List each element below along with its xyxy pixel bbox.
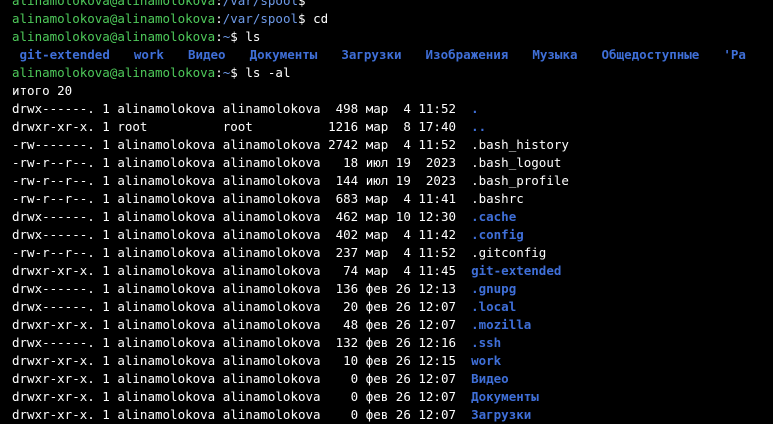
listing-dir-name: .gnupg — [471, 281, 517, 296]
ls-entry: git-extended — [19, 47, 110, 62]
listing-row: drwx------. 1 alinamolokova alinamolokov… — [12, 226, 773, 244]
ls-entry: Общедоступные — [601, 47, 700, 62]
listing-dir-name: .ssh — [471, 335, 502, 350]
ls-entry: Видео — [187, 47, 226, 62]
listing-meta: drwxr-xr-x. 1 alinamolokova alinamolokov… — [12, 263, 472, 278]
prompt-command: ls -al — [245, 65, 291, 80]
listing-row: -rw-r--r--. 1 alinamolokova alinamolokov… — [12, 154, 773, 172]
listing-row: drwx------. 1 alinamolokova alinamolokov… — [12, 100, 773, 118]
listing-file-name: .bash_history — [471, 137, 569, 152]
listing-meta: drwx------. 1 alinamolokova alinamolokov… — [12, 335, 472, 350]
listing-dir-name: git-extended — [471, 263, 562, 278]
prompt-symbol: $ — [230, 29, 238, 44]
listing-meta: drwxr-xr-x. 1 alinamolokova alinamolokov… — [12, 389, 472, 404]
listing-meta: drwxr-xr-x. 1 alinamolokova alinamolokov… — [12, 407, 472, 422]
listing-meta: drwx------. 1 alinamolokova alinamolokov… — [12, 299, 472, 314]
listing-dir-name: Загрузки — [471, 407, 532, 422]
prompt-path: /var/spool — [222, 0, 298, 8]
ls-output-line: git-extended work Видео Документы Загрузки Из… — [12, 46, 773, 64]
ls-entry: 'Ра — [723, 47, 746, 62]
ls-entry: Документы — [249, 47, 318, 62]
ls-entry: work — [133, 47, 164, 62]
listing-meta: -rw-r--r--. 1 alinamolokova alinamolokov… — [12, 245, 472, 260]
listing-file-name: .bashrc — [471, 191, 524, 206]
terminal-window[interactable]: alinamolokova@alinamolokova:/var/spool$ … — [0, 0, 773, 424]
ls-entry: Загрузки — [341, 47, 402, 62]
prompt-user: alinamolokova@alinamolokova — [12, 29, 216, 44]
prompt-line: alinamolokova@alinamolokova:~$ ls -al — [12, 65, 291, 80]
listing-dir-name: .. — [471, 119, 487, 134]
prompt-path: /var/spool — [222, 11, 298, 26]
listing-file-name: .bash_profile — [471, 173, 569, 188]
prompt-symbol: $ — [298, 11, 306, 26]
prompt-symbol: $ — [230, 65, 238, 80]
listing-meta: drwx------. 1 alinamolokova alinamolokov… — [12, 281, 472, 296]
listing-meta: drwx------. 1 alinamolokova alinamolokov… — [12, 209, 472, 224]
listing-row: -rw-r--r--. 1 alinamolokova alinamolokov… — [12, 172, 773, 190]
listing-row: -rw-r--r--. 1 alinamolokova alinamolokov… — [12, 244, 773, 262]
listing-file-name: .gitconfig — [471, 245, 547, 260]
total-line: итого 20 — [12, 83, 73, 98]
listing-row: drwx------. 1 alinamolokova alinamolokov… — [12, 298, 773, 316]
listing-row: drwxr-xr-x. 1 alinamolokova alinamolokov… — [12, 388, 773, 406]
listing-row: drwxr-xr-x. 1 alinamolokova alinamolokov… — [12, 262, 773, 280]
listing-meta: drwx------. 1 alinamolokova alinamolokov… — [12, 101, 472, 116]
prompt-command: ls — [245, 29, 261, 44]
listing-dir-name: Видео — [471, 371, 509, 386]
listing-dir-name: .local — [471, 299, 517, 314]
listing-meta: drwxr-xr-x. 1 root root 1216 мар 8 17:40 — [12, 119, 472, 134]
listing-meta: -rw-------. 1 alinamolokova alinamolokov… — [12, 137, 472, 152]
prompt-line: alinamolokova@alinamolokova:/var/spool$ … — [12, 11, 329, 26]
listing-meta: -rw-r--r--. 1 alinamolokova alinamolokov… — [12, 173, 472, 188]
listing-row: drwxr-xr-x. 1 root root 1216 мар 8 17:40… — [12, 118, 773, 136]
listing-dir-name: . — [471, 101, 479, 116]
listing-dir-name: work — [471, 353, 502, 368]
listing-row: drwxr-xr-x. 1 alinamolokova alinamolokov… — [12, 370, 773, 388]
listing-meta: drwxr-xr-x. 1 alinamolokova alinamolokov… — [12, 317, 472, 332]
listing-dir-name: Документы — [471, 389, 539, 404]
prompt-command: cd — [313, 11, 329, 26]
ls-entry: Изображения — [425, 47, 509, 62]
prompt-user: alinamolokova@alinamolokova — [12, 0, 216, 8]
prompt-user: alinamolokova@alinamolokova — [12, 11, 216, 26]
terminal-output: alinamolokova@alinamolokova:/var/spool$ … — [12, 0, 773, 424]
listing-row: -rw-r--r--. 1 alinamolokova alinamolokov… — [12, 190, 773, 208]
listing-file-name: .bash_logout — [471, 155, 562, 170]
listing-row: drwx------. 1 alinamolokova alinamolokov… — [12, 280, 773, 298]
listing-row: drwxr-xr-x. 1 alinamolokova alinamolokov… — [12, 316, 773, 334]
listing-row: drwxr-xr-x. 1 alinamolokova alinamolokov… — [12, 406, 773, 424]
listing-row: drwxr-xr-x. 1 alinamolokova alinamolokov… — [12, 352, 773, 370]
prompt-user: alinamolokova@alinamolokova — [12, 65, 216, 80]
ls-entry: Музыка — [532, 47, 578, 62]
prompt-line: alinamolokova@alinamolokova:/var/spool$ — [12, 0, 773, 10]
listing-dir-name: .cache — [471, 209, 517, 224]
prompt-line: alinamolokova@alinamolokova:~$ ls — [12, 29, 261, 44]
listing-row: drwx------. 1 alinamolokova alinamolokov… — [12, 208, 773, 226]
listing-dir-name: .config — [471, 227, 524, 242]
listing-meta: drwxr-xr-x. 1 alinamolokova alinamolokov… — [12, 353, 472, 368]
file-listing: drwx------. 1 alinamolokova alinamolokov… — [12, 100, 773, 424]
listing-dir-name: .mozilla — [471, 317, 532, 332]
listing-meta: drwx------. 1 alinamolokova alinamolokov… — [12, 227, 472, 242]
prompt-symbol: $ — [298, 0, 306, 8]
listing-row: -rw-------. 1 alinamolokova alinamolokov… — [12, 136, 773, 154]
listing-meta: -rw-r--r--. 1 alinamolokova alinamolokov… — [12, 155, 472, 170]
listing-meta: drwxr-xr-x. 1 alinamolokova alinamolokov… — [12, 371, 472, 386]
listing-meta: -rw-r--r--. 1 alinamolokova alinamolokov… — [12, 191, 472, 206]
listing-row: drwx------. 1 alinamolokova alinamolokov… — [12, 334, 773, 352]
